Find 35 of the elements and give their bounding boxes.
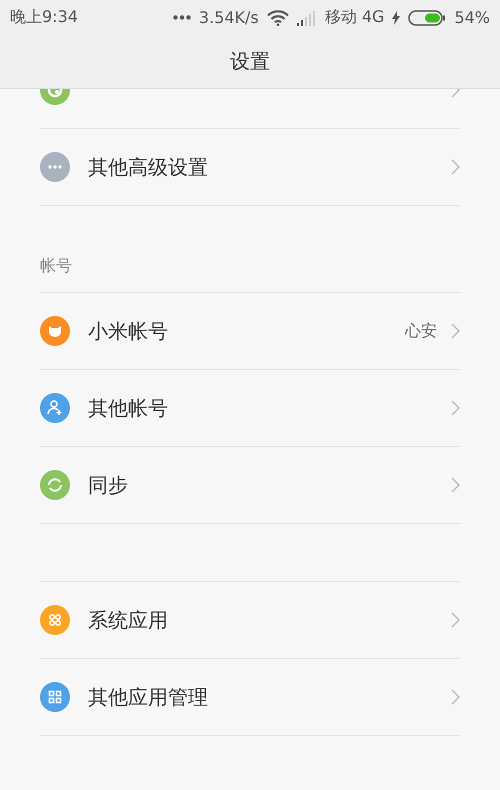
settings-item[interactable]: 系统应用: [40, 582, 460, 659]
item-label: 小米帐号: [88, 318, 169, 344]
settings-item[interactable]: 其他帐号: [40, 370, 460, 447]
signal-icon: [296, 10, 317, 26]
charging-icon: [392, 10, 400, 24]
item-value: 心安: [405, 320, 437, 342]
app-grid-icon: [40, 682, 70, 712]
chevron-icon: [451, 612, 460, 628]
chevron-icon: [451, 689, 460, 705]
settings-item[interactable]: 其他高级设置: [40, 129, 460, 206]
clock-time: 晚上9:34: [10, 7, 78, 28]
network-speed: 3.54K/s: [198, 8, 259, 27]
battery-icon: [408, 10, 446, 26]
item-label: 其他高级设置: [88, 154, 209, 180]
chevron-icon: [451, 400, 460, 416]
item-label: 其他应用管理: [88, 684, 209, 710]
settings-item[interactable]: 其他应用管理: [40, 659, 460, 736]
item-label: 系统应用: [88, 606, 169, 634]
chevron-icon: [451, 477, 460, 493]
page-title: 设置: [230, 48, 270, 75]
more-icon: [40, 152, 70, 182]
section-header: 帐号: [40, 256, 72, 277]
item-label: 其他帐号: [88, 394, 169, 422]
wifi-icon: [266, 10, 289, 26]
sync-icon: [40, 470, 70, 500]
dots-icon: [172, 15, 191, 20]
settings-item[interactable]: 小米帐号 心安: [40, 293, 460, 370]
chevron-icon: [451, 323, 460, 339]
add-person-icon: [40, 393, 70, 423]
item-label: 同步: [88, 472, 129, 498]
settings-item[interactable]: 同步: [40, 447, 460, 524]
apps-icon: [40, 605, 70, 635]
battery-percent: 54%: [454, 8, 490, 27]
carrier-label: 移动 4G: [324, 7, 384, 28]
chevron-icon: [451, 159, 460, 175]
